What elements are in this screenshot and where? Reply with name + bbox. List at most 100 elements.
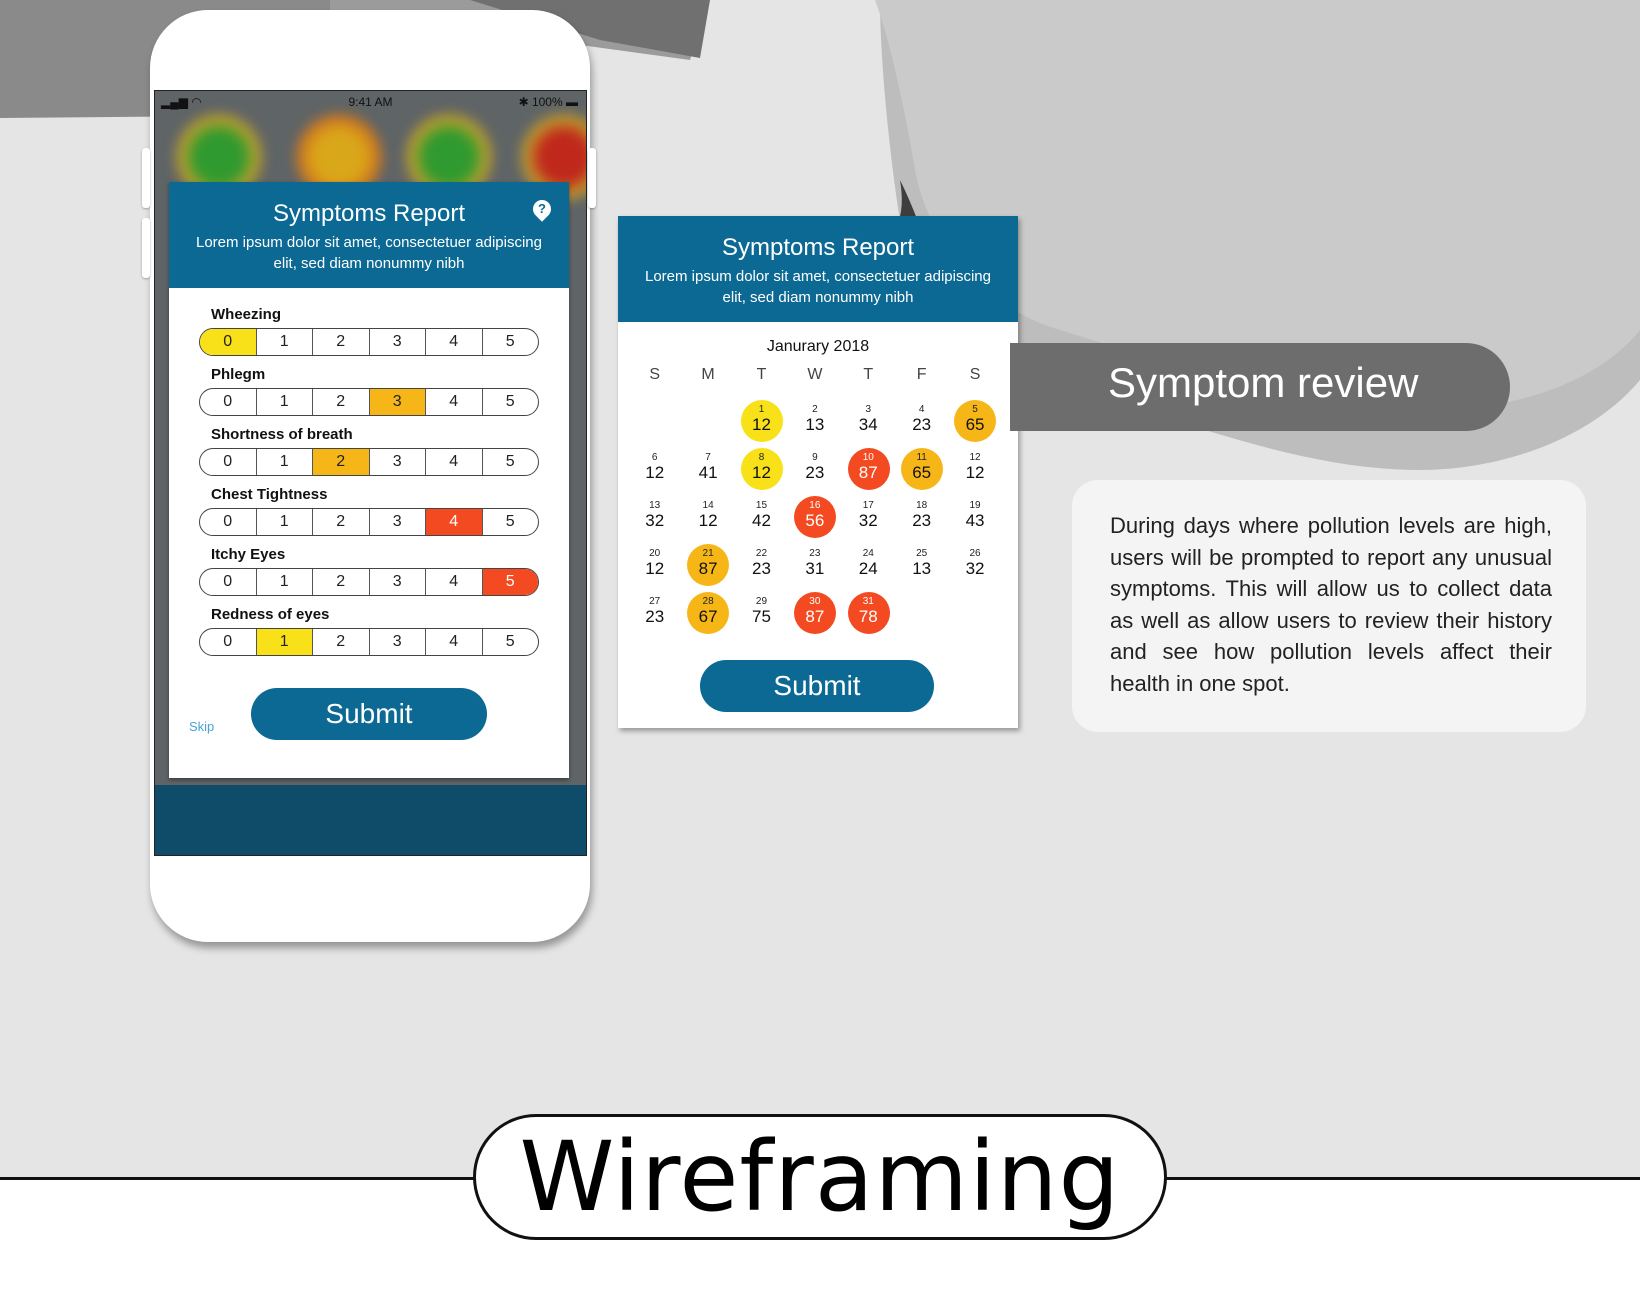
severity-option[interactable]: 0 <box>200 509 257 535</box>
severity-option[interactable]: 1 <box>257 509 313 535</box>
calendar-day[interactable]: 2 13 <box>788 398 841 446</box>
severity-option[interactable]: 0 <box>200 629 257 655</box>
day-number: 3 <box>865 404 872 415</box>
calendar-day[interactable]: 17 32 <box>842 494 895 542</box>
calendar-day[interactable]: 27 23 <box>628 590 681 638</box>
severity-option[interactable]: 2 <box>313 569 370 595</box>
severity-option[interactable]: 4 <box>426 569 483 595</box>
day-number: 6 <box>651 452 658 463</box>
severity-option[interactable]: 1 <box>257 449 313 475</box>
severity-option[interactable]: 4 <box>426 329 483 355</box>
day-number: 13 <box>649 500 661 511</box>
calendar-day[interactable]: 21 87 <box>681 542 734 590</box>
severity-option[interactable]: 0 <box>200 569 257 595</box>
calendar-submit-button[interactable]: Submit <box>700 660 934 712</box>
severity-option[interactable]: 3 <box>370 629 426 655</box>
severity-option[interactable]: 0 <box>200 389 257 415</box>
severity-option[interactable]: 3 <box>370 509 426 535</box>
calendar-day[interactable]: 1 12 <box>735 398 788 446</box>
severity-option[interactable]: 4 <box>426 449 483 475</box>
weekday-label: S <box>649 366 661 383</box>
day-pollution-value: 41 <box>698 463 718 482</box>
skip-link[interactable]: Skip <box>189 719 214 734</box>
calendar-day[interactable]: 3 34 <box>842 398 895 446</box>
calendar-week-row: 27 23 28 67 29 75 30 87 31 78 <box>628 590 1008 638</box>
severity-option[interactable]: 4 <box>426 629 483 655</box>
phone-mockup: ▂▄▆ ◠ 9:41 AM ✱ 100% ▬ Symptoms Report L… <box>142 10 596 942</box>
day-pollution-value: 78 <box>858 607 878 626</box>
severity-option[interactable]: 5 <box>483 329 539 355</box>
calendar-day[interactable]: 9 23 <box>788 446 841 494</box>
calendar-day[interactable]: 20 12 <box>628 542 681 590</box>
severity-option[interactable]: 0 <box>200 329 257 355</box>
day-number: 19 <box>969 500 981 511</box>
calendar-day[interactable]: 25 13 <box>895 542 948 590</box>
severity-option[interactable]: 3 <box>369 389 426 415</box>
submit-button[interactable]: Submit <box>251 688 487 740</box>
severity-option[interactable]: 2 <box>313 449 370 475</box>
calendar-day[interactable]: 4 23 <box>895 398 948 446</box>
calendar-empty-cell <box>681 398 734 446</box>
severity-option[interactable]: 2 <box>313 509 370 535</box>
calendar-day[interactable]: 16 56 <box>788 494 841 542</box>
day-pollution-value: 31 <box>805 559 825 578</box>
phone-volume-button-2 <box>142 218 150 278</box>
calendar-day[interactable]: 12 12 <box>948 446 1001 494</box>
calendar-day[interactable]: 14 12 <box>681 494 734 542</box>
calendar-day[interactable]: 29 75 <box>735 590 788 638</box>
help-question-icon[interactable]: ? <box>529 196 555 222</box>
calendar-day[interactable]: 7 41 <box>681 446 734 494</box>
severity-option[interactable]: 0 <box>200 449 257 475</box>
severity-option[interactable]: 1 <box>257 569 313 595</box>
severity-option[interactable]: 2 <box>313 389 370 415</box>
calendar-day[interactable]: 24 24 <box>842 542 895 590</box>
calendar-day[interactable]: 8 12 <box>735 446 788 494</box>
severity-option[interactable]: 5 <box>483 509 539 535</box>
calendar-day[interactable]: 31 78 <box>842 590 895 638</box>
symptom-item: Itchy Eyes 0 1 2 3 4 5 <box>199 546 539 596</box>
severity-option[interactable]: 4 <box>426 389 483 415</box>
wireframing-title-pill: Wireframing <box>473 1114 1167 1240</box>
calendar-day[interactable]: 15 42 <box>735 494 788 542</box>
day-pollution-value: 87 <box>698 559 718 578</box>
severity-option[interactable]: 4 <box>426 509 483 535</box>
severity-option[interactable]: 2 <box>313 629 370 655</box>
day-number: 7 <box>705 452 711 463</box>
calendar-day[interactable]: 18 23 <box>895 494 948 542</box>
severity-option[interactable]: 1 <box>257 329 313 355</box>
day-pollution-value: 13 <box>805 415 825 434</box>
calendar-day[interactable]: 22 23 <box>735 542 788 590</box>
day-pollution-value: 12 <box>645 559 665 578</box>
calendar-day[interactable]: 5 65 <box>948 398 1001 446</box>
severity-option[interactable]: 1 <box>257 389 313 415</box>
day-number: 9 <box>812 452 818 463</box>
calendar-month: Janurary 2018 <box>766 338 870 355</box>
calendar-day[interactable]: 6 12 <box>628 446 681 494</box>
calendar-day[interactable]: 13 32 <box>628 494 681 542</box>
severity-option[interactable]: 5 <box>483 629 539 655</box>
severity-option[interactable]: 2 <box>313 329 370 355</box>
severity-option[interactable]: 3 <box>370 329 426 355</box>
severity-option[interactable]: 5 <box>483 449 539 475</box>
day-number: 31 <box>862 596 874 607</box>
phone-screen: ▂▄▆ ◠ 9:41 AM ✱ 100% ▬ Symptoms Report L… <box>154 90 587 856</box>
day-number: 10 <box>862 452 874 463</box>
weekday-label: F <box>916 366 927 383</box>
severity-option[interactable]: 3 <box>370 449 426 475</box>
calendar-day[interactable]: 19 43 <box>948 494 1001 542</box>
calendar-day[interactable]: 26 32 <box>948 542 1001 590</box>
calendar-day[interactable]: 28 67 <box>681 590 734 638</box>
day-pollution-value: 65 <box>912 463 932 482</box>
severity-option[interactable]: 3 <box>370 569 426 595</box>
symptom-label: Phlegm <box>211 366 266 383</box>
day-number: 30 <box>809 596 821 607</box>
calendar-day[interactable]: 23 31 <box>788 542 841 590</box>
severity-option[interactable]: 5 <box>482 569 538 595</box>
severity-option[interactable]: 1 <box>256 629 313 655</box>
calendar-day[interactable]: 11 65 <box>895 446 948 494</box>
severity-scale: 012345 <box>199 508 539 536</box>
day-pollution-value: 65 <box>965 415 985 434</box>
severity-option[interactable]: 5 <box>483 389 539 415</box>
calendar-day[interactable]: 30 87 <box>788 590 841 638</box>
calendar-day[interactable]: 10 87 <box>842 446 895 494</box>
